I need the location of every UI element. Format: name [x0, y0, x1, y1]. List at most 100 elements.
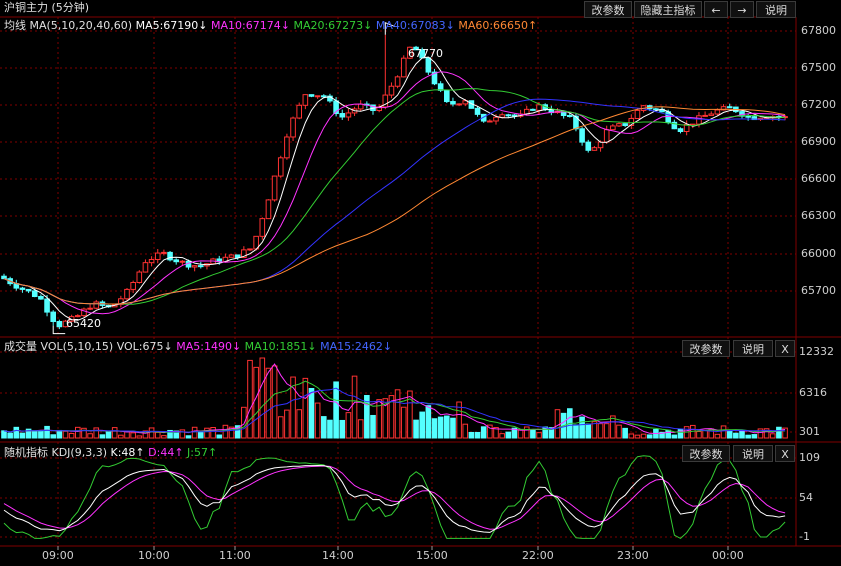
volume-bar: [419, 411, 425, 439]
kdj-params-button[interactable]: 改参数: [682, 445, 730, 462]
candle-body: [234, 254, 241, 258]
volume-bar: [191, 426, 198, 439]
kdj-k-line: [3, 464, 786, 533]
x-tick: 00:00: [712, 549, 744, 562]
volume-bar: [50, 434, 57, 439]
kdj-d-value: D:44↑: [148, 446, 184, 459]
candle-body: [450, 101, 456, 105]
volume-bar: [622, 427, 628, 439]
volume-bar: [321, 416, 327, 439]
volume-bar: [579, 416, 585, 439]
volume-bar: [179, 429, 186, 439]
candle-body: [50, 311, 57, 323]
volume-bar: [154, 431, 161, 439]
volume-bar: [247, 359, 253, 439]
volume-bar: [111, 427, 118, 439]
volume-bar: [259, 357, 266, 439]
volume-params-button[interactable]: 改参数: [682, 340, 730, 357]
candle-body: [154, 252, 161, 261]
candle-body: [714, 109, 721, 115]
main-y-tick: 66900: [801, 135, 836, 148]
volume-bar: [333, 381, 339, 439]
kdj-help-button[interactable]: 说明: [733, 445, 773, 462]
scroll-right-button[interactable]: →: [730, 1, 754, 18]
candle-body: [622, 123, 628, 126]
candle-body: [296, 104, 302, 119]
candle-body: [444, 89, 450, 103]
volume-bar: [284, 409, 290, 439]
volume-bar: [1, 430, 7, 439]
main-y-tick: 65700: [801, 284, 836, 297]
vol-ma15-value: MA15:2462↓: [320, 340, 393, 353]
volume-bar: [640, 433, 647, 439]
volume-bar: [523, 426, 530, 439]
candle-body: [130, 281, 136, 290]
hide-main-indicator-button[interactable]: 隐藏主指标: [634, 1, 702, 18]
volume-label: 成交量: [4, 340, 37, 353]
volume-bar: [148, 427, 155, 439]
candle-body: [38, 296, 44, 300]
candle-body: [56, 321, 63, 328]
kdj-k-value: K:48↑: [110, 446, 145, 459]
volume-bar: [31, 430, 38, 439]
candle-body: [25, 288, 32, 292]
candle-body: [44, 298, 50, 313]
main-help-button[interactable]: 说明: [756, 1, 796, 18]
volume-bar: [19, 432, 26, 439]
candle-body: [321, 95, 327, 98]
instrument-title: 沪铜主力 (5分钟): [4, 1, 90, 14]
volume-close-button[interactable]: X: [775, 340, 795, 357]
volume-bar: [610, 415, 616, 439]
candle-body: [530, 108, 536, 111]
kdj-j-value: J:57↑: [187, 446, 218, 459]
kdj-y-tick: -1: [799, 530, 810, 543]
main-params-button[interactable]: 改参数: [584, 1, 632, 18]
volume-bar: [161, 435, 167, 439]
volume-bar: [308, 387, 315, 439]
volume-bar: [7, 432, 13, 439]
volume-bar: [714, 433, 721, 439]
volume-help-button[interactable]: 说明: [733, 340, 773, 357]
kdj-close-button[interactable]: X: [775, 445, 795, 462]
candle-body: [634, 109, 641, 120]
volume-y-tick: 6316: [799, 386, 827, 399]
low-price-marker: 65420: [66, 317, 101, 330]
ma40-line: [3, 98, 786, 305]
candle-body: [505, 114, 512, 117]
candle-body: [456, 103, 462, 106]
x-tick: 11:00: [219, 549, 251, 562]
volume-bar: [296, 409, 302, 439]
candle-body: [677, 128, 684, 133]
volume-bar: [671, 434, 678, 439]
volume-bar: [517, 429, 524, 439]
x-tick: 14:00: [322, 549, 354, 562]
volume-bar: [314, 402, 321, 439]
volume-bar: [87, 433, 93, 439]
ma60-line: [3, 106, 786, 305]
kdj-y-tick: 54: [799, 491, 813, 504]
candle-body: [290, 117, 296, 138]
volume-bar: [124, 431, 130, 439]
candle-body: [228, 254, 235, 258]
volume-bar: [198, 430, 204, 439]
candle-body: [142, 262, 149, 273]
volume-bar: [739, 430, 745, 439]
volume-bar: [302, 377, 309, 439]
ma10-line: [3, 71, 786, 315]
volume-bar: [505, 431, 512, 439]
candle-body: [616, 123, 622, 127]
candle-body: [394, 76, 401, 87]
candle-body: [493, 116, 499, 122]
volume-bar: [62, 430, 69, 439]
candle-body: [302, 94, 309, 106]
vol-value: VOL:675↓: [116, 340, 173, 353]
scroll-left-button[interactable]: ←: [704, 1, 728, 18]
candle-body: [265, 199, 272, 220]
vol-ma10-line: [3, 380, 786, 433]
volume-bar: [499, 433, 505, 439]
candle-body: [87, 307, 93, 310]
volume-bar: [216, 434, 223, 439]
volume-bar: [370, 414, 376, 439]
volume-bar: [93, 427, 100, 439]
volume-bar: [431, 418, 438, 439]
